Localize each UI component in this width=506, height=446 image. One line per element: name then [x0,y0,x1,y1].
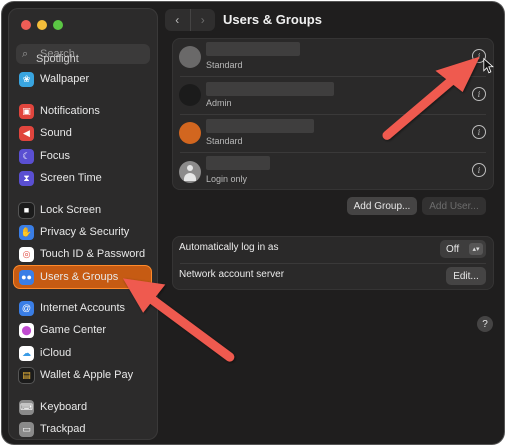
sidebar-item-label: iCloud [40,347,72,359]
sidebar-item-internet-accounts[interactable]: @ Internet Accounts [14,297,151,319]
sidebar-item-users-groups[interactable]: ●● Users & Groups [14,266,151,288]
auto-login-label: Automatically log in as [179,242,279,253]
user-role: Admin [206,98,232,108]
sound-icon: ◀ [19,125,34,141]
sidebar-item-keyboard[interactable]: ⌨ Keyboard [14,396,151,418]
privacy-icon: ✋ [19,224,34,240]
redacted-name [206,119,314,133]
info-icon[interactable]: i [472,49,486,63]
network-server-row: Network account server Edit... [172,263,494,289]
sidebar-item-icloud[interactable]: ☁ iCloud [14,342,151,364]
wallpaper-icon: ❀ [19,71,34,87]
sidebar-item-wallpaper[interactable]: ❀ Wallpaper [14,68,151,90]
back-button[interactable]: ‹ [165,9,190,31]
sidebar-item-sound[interactable]: ◀ Sound [14,122,151,144]
close-window-button[interactable] [21,20,31,30]
focus-icon: ☾ [19,148,34,164]
notifications-icon: ▣ [19,103,34,119]
redacted-name [206,156,270,170]
user-role: Standard [206,136,243,146]
chevron-up-down-icon: ▴▾ [469,243,483,255]
sidebar-item-label: Notifications [40,105,100,117]
sidebar-item-label: Game Center [40,324,107,336]
network-server-label: Network account server [179,269,285,280]
sidebar-item-label: Users & Groups [40,271,119,283]
avatar [179,84,201,106]
sidebar-item-label: Wallet & Apple Pay [40,369,134,381]
zoom-window-button[interactable] [53,20,63,30]
sidebar-item-touch-id[interactable]: ◎ Touch ID & Password [14,243,151,265]
lock-screen-icon: ■ [19,202,34,218]
user-row[interactable]: Standard i [172,114,494,152]
sidebar-item-spotlight[interactable]: Spotlight [14,48,151,70]
forward-button[interactable]: › [189,9,216,31]
sidebar-item-label: Keyboard [40,401,88,413]
sidebar-item-label: Touch ID & Password [40,248,146,260]
internet-accounts-icon: @ [19,300,34,316]
info-icon[interactable]: i [472,87,486,101]
add-user-button[interactable]: Add User... [422,197,486,215]
sidebar-item-label: Focus [40,150,70,162]
edit-button[interactable]: Edit... [446,267,486,285]
sidebar-item-screen-time[interactable]: ⧗ Screen Time [14,167,151,189]
redacted-name [206,82,334,96]
sidebar-item-focus[interactable]: ☾ Focus [14,145,151,167]
login-settings: Automatically log in as Off ▴▾ Network a… [172,236,494,290]
sidebar-item-lock-screen[interactable]: ■ Lock Screen [14,199,151,221]
user-role: Standard [206,60,243,70]
settings-window: ⌕ Search Spotlight ❀ Wallpaper ▣ Notific… [2,2,504,444]
keyboard-icon: ⌨ [19,399,34,415]
sidebar-item-label: Lock Screen [40,204,102,216]
auto-login-value: Off [446,243,460,255]
sidebar-item-game-center[interactable]: ⬤ Game Center [14,319,151,341]
add-group-button[interactable]: Add Group... [347,197,417,215]
sidebar-item-trackpad[interactable]: ▭ Trackpad [14,418,151,440]
user-row[interactable]: Login only i [172,152,494,190]
screen-time-icon: ⧗ [19,170,34,186]
game-center-icon: ⬤ [19,322,34,338]
auto-login-popup[interactable]: Off ▴▾ [440,240,486,258]
sidebar-item-notifications[interactable]: ▣ Notifications [14,100,151,122]
avatar [179,161,201,183]
wallet-icon: ▤ [19,367,34,383]
trackpad-icon: ▭ [19,421,34,437]
sidebar-item-label: Internet Accounts [40,302,125,314]
users-list: Standard i Admin i Standard i Login only… [172,38,494,190]
user-role: Login only [206,174,248,184]
sidebar-item-label: Screen Time [40,172,102,184]
sidebar-item-label: Spotlight [36,53,79,65]
sidebar-item-label: Wallpaper [40,73,90,85]
page-title: Users & Groups [223,12,322,27]
sidebar-item-privacy-security[interactable]: ✋ Privacy & Security [14,221,151,243]
redacted-name [206,42,300,56]
nav-buttons: ‹ › [165,9,215,31]
sidebar-item-wallet[interactable]: ▤ Wallet & Apple Pay [14,364,151,386]
sidebar-item-label: Sound [40,127,72,139]
info-icon[interactable]: i [472,163,486,177]
sidebar-item-label: Privacy & Security [40,226,130,238]
user-row[interactable]: Standard i [172,38,494,76]
users-groups-icon: ●● [19,269,34,285]
avatar [179,46,201,68]
info-icon[interactable]: i [472,125,486,139]
minimize-window-button[interactable] [37,20,47,30]
help-button[interactable]: ? [477,316,493,332]
sidebar-item-label: Trackpad [40,423,86,435]
touch-id-icon: ◎ [19,246,34,262]
auto-login-row: Automatically log in as Off ▴▾ [172,236,494,262]
user-row[interactable]: Admin i [172,76,494,114]
icloud-icon: ☁ [19,345,34,361]
avatar [179,122,201,144]
